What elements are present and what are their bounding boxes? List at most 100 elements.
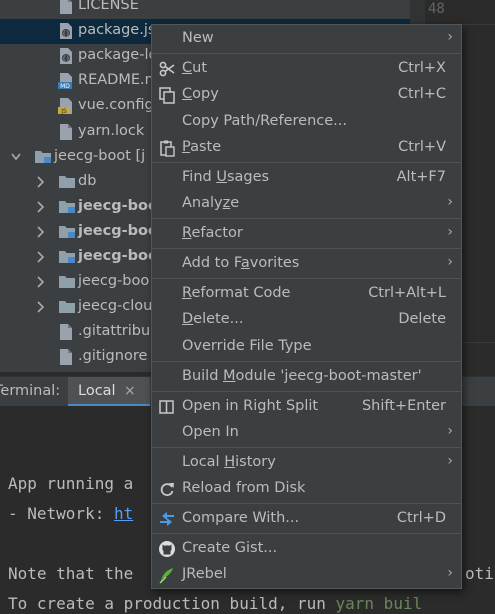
shortcut-label: Ctrl+D <box>396 510 446 526</box>
tab-local[interactable]: Local × <box>68 377 150 407</box>
menu-item-open-in[interactable]: Open In › <box>152 420 461 446</box>
menu-item-paste[interactable]: Paste Ctrl+V <box>152 135 461 161</box>
tree-item-label: .gitattribu <box>78 323 151 340</box>
chevron-right-icon: › <box>447 453 453 469</box>
folder-icon <box>58 273 75 291</box>
menu-item-create-gist[interactable]: Create Gist... <box>152 536 461 562</box>
module-folder-icon <box>58 248 75 266</box>
chevron-right-icon: › <box>447 565 453 581</box>
menu-separator <box>152 218 461 219</box>
terminal-line: Note that the <box>8 564 134 583</box>
module-folder-icon <box>58 198 75 216</box>
javascript-file-icon: JS <box>58 97 74 115</box>
file-icon <box>58 348 74 366</box>
menu-item-label: Find Usages <box>182 169 270 185</box>
menu-item-label: Cut <box>182 60 208 76</box>
menu-item-find-usages[interactable]: Find Usages Alt+F7 <box>152 165 461 191</box>
copy-icon <box>158 86 176 104</box>
markdown-file-icon: MD <box>58 72 74 90</box>
menu-item-label: JRebel <box>182 566 227 582</box>
menu-separator <box>152 391 461 392</box>
menu-separator <box>152 503 461 504</box>
menu-item-label: Create Gist... <box>182 540 278 556</box>
svg-text:{}: {} <box>62 56 70 63</box>
chevron-right-icon[interactable] <box>34 175 46 189</box>
tree-item-label: jeecg-boo <box>78 273 150 290</box>
chevron-down-icon[interactable] <box>10 150 22 164</box>
close-icon[interactable]: × <box>124 383 136 399</box>
chevron-right-icon: › <box>447 29 453 45</box>
menu-item-label: Analyze <box>182 195 240 211</box>
menu-item-refactor[interactable]: Refactor › <box>152 221 461 247</box>
menu-separator <box>152 162 461 163</box>
terminal-line: App running a <box>8 474 134 493</box>
menu-item-add-to-favorites[interactable]: Add to Favorites › <box>152 251 461 277</box>
menu-separator <box>152 533 461 534</box>
line-number: 48 <box>428 1 445 17</box>
svg-text:JS: JS <box>60 108 67 115</box>
file-icon <box>58 0 74 15</box>
chevron-right-icon[interactable] <box>34 200 46 214</box>
shortcut-label: Ctrl+Alt+L <box>368 285 446 301</box>
clipboard-icon <box>158 139 176 157</box>
menu-item-local-history[interactable]: Local History › <box>152 450 461 476</box>
shortcut-label: Alt+F7 <box>396 169 446 185</box>
menu-item-override-file-type[interactable]: Override File Type <box>152 334 461 360</box>
menu-item-label: New <box>182 30 214 46</box>
terminal-line-tail: otin <box>465 564 495 583</box>
folder-icon <box>58 298 75 316</box>
tree-item-label: jeecg-clou <box>78 298 153 315</box>
menu-item-reformat-code[interactable]: Reformat Code Ctrl+Alt+L <box>152 281 461 307</box>
terminal-title: Terminal: <box>0 383 61 399</box>
context-menu: New › Cut Ctrl+X Copy Ctrl+C Copy Path/R… <box>151 24 462 589</box>
tree-row[interactable]: LICENSE <box>0 0 410 19</box>
menu-item-delete[interactable]: Delete... Delete <box>152 307 461 333</box>
shortcut-label: Shift+Enter <box>361 398 446 414</box>
menu-item-label: Open in Right Split <box>182 398 319 414</box>
tree-item-label: LICENSE <box>78 0 139 13</box>
tree-item-label: jeecg-boo <box>78 222 158 239</box>
menu-item-label: Copy Path/Reference... <box>182 113 347 129</box>
menu-item-compare-with[interactable]: Compare With... Ctrl+D <box>152 506 461 532</box>
menu-item-analyze[interactable]: Analyze › <box>152 191 461 217</box>
menu-item-cut[interactable]: Cut Ctrl+X <box>152 56 461 82</box>
menu-separator <box>152 248 461 249</box>
menu-item-open-right-split[interactable]: Open in Right Split Shift+Enter <box>152 394 461 420</box>
chevron-right-icon[interactable] <box>34 300 46 314</box>
menu-item-copy[interactable]: Copy Ctrl+C <box>152 82 461 108</box>
chevron-right-icon: › <box>447 423 453 439</box>
tree-item-label: package-lo <box>78 47 158 64</box>
tree-item-label: jeecg-boot [j <box>54 147 146 164</box>
menu-item-build-module[interactable]: Build Module 'jeecg-boot-master' <box>152 364 461 390</box>
menu-item-label: Local History <box>182 454 276 470</box>
tree-item-label: README.m <box>78 72 159 89</box>
chevron-right-icon[interactable] <box>34 250 46 264</box>
menu-item-new[interactable]: New › <box>152 26 461 52</box>
tree-item-label: db <box>78 172 97 189</box>
compare-arrows-icon <box>158 510 176 528</box>
chevron-right-icon[interactable] <box>34 225 46 239</box>
module-folder-icon <box>58 223 75 241</box>
menu-item-label: Open In <box>182 424 239 440</box>
menu-item-copy-path[interactable]: Copy Path/Reference... <box>152 109 461 135</box>
chevron-right-icon[interactable] <box>34 275 46 289</box>
json-file-icon: {} <box>58 22 74 40</box>
menu-item-label: Reformat Code <box>182 285 291 301</box>
menu-separator <box>152 53 461 54</box>
jrebel-icon <box>158 566 176 584</box>
shortcut-label: Ctrl+C <box>397 86 446 102</box>
menu-item-reload-from-disk[interactable]: Reload from Disk <box>152 476 461 502</box>
menu-separator <box>152 361 461 362</box>
tree-item-label: package.js <box>78 22 156 39</box>
menu-separator <box>152 447 461 448</box>
command-text: yarn buil <box>335 594 423 613</box>
menu-item-jrebel[interactable]: JRebel › <box>152 562 461 588</box>
tree-item-label: yarn.lock <box>78 122 145 139</box>
shortcut-label: Ctrl+X <box>398 60 446 76</box>
network-url-link[interactable]: ht <box>114 504 133 523</box>
tree-item-label: jeecg-boo <box>78 248 158 264</box>
menu-item-label: Reload from Disk <box>182 480 306 496</box>
folder-icon <box>58 173 75 191</box>
tree-item-label: vue.config <box>78 97 154 114</box>
chevron-right-icon: › <box>447 254 453 270</box>
